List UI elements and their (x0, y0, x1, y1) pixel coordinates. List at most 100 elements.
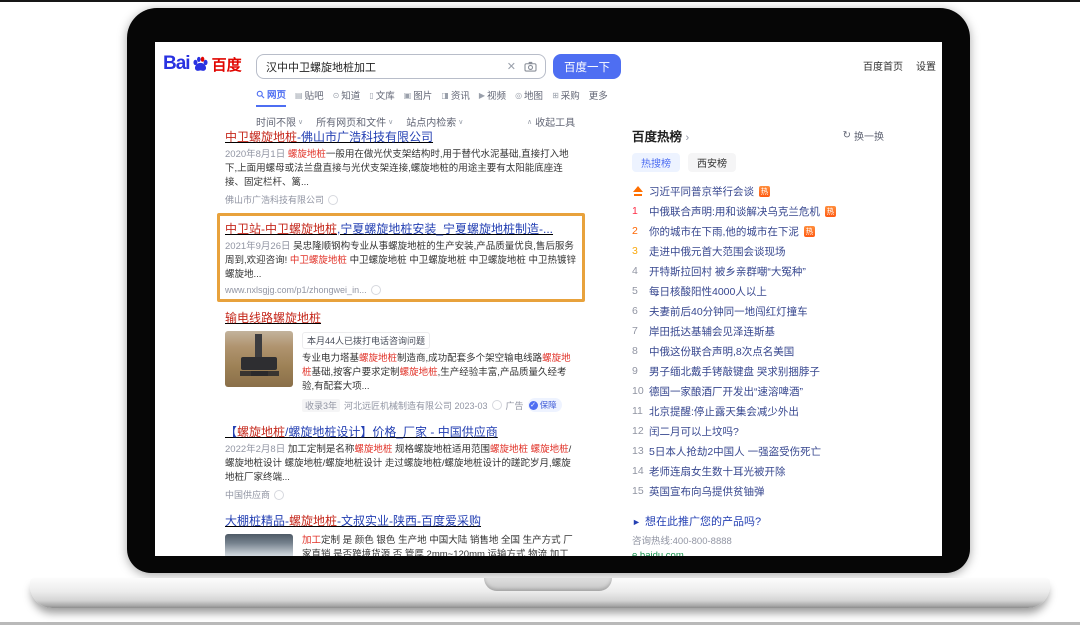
tab-tieba-icon: ▤ (295, 90, 303, 100)
hotlist-tab[interactable]: 热搜榜 (632, 153, 680, 172)
result-callout: 本月44人已拨打电话咨询问题 (302, 332, 431, 349)
text-segment: 2020年8月1日 (225, 149, 288, 160)
rank-number: 1 (632, 205, 638, 217)
hotlist-item[interactable]: 14 老师连扇女生数十耳光被开除 (632, 461, 884, 481)
tab-caigou-icon: ⊞ (552, 90, 559, 100)
hotlist-item[interactable]: 2 你的城市在下雨,他的城市在下泥热 (632, 221, 884, 241)
text-segment: 中卫站-中卫螺旋地桩 (225, 222, 337, 236)
hotlist-tab[interactable]: 西安榜 (688, 153, 736, 172)
result-source: 中国供应商 (225, 488, 577, 501)
guarantee-label: 保障 (539, 400, 557, 410)
tab-video[interactable]: ▶ 视频 (479, 87, 506, 107)
rank-number: 2 (632, 225, 638, 237)
hotlist-item-text: 德国一家酿酒厂开发出“速溶啤酒” (649, 385, 803, 398)
filter-dropdown-1[interactable]: 所有网页和文件 ∨ (316, 114, 393, 129)
tab-label: 更多 (588, 91, 608, 102)
text-segment: 螺旋地桩 (237, 425, 286, 439)
hot-badge-icon: 热 (824, 205, 836, 217)
refresh-hotlist-button[interactable]: ↻ 换一换 (843, 128, 884, 143)
hotlist-item[interactable]: 11 北京提醒:停止露天集会减少外出 (632, 401, 884, 421)
promo-block: ► 想在此推广您的产品吗? 咨询热线:400-800-8888 e.baidu.… (632, 513, 761, 556)
camera-search-icon[interactable] (522, 61, 545, 72)
result-title[interactable]: 输电线路螺旋地桩 (225, 311, 321, 326)
search-box: ✕ (256, 54, 546, 79)
baidu-logo[interactable]: Bai 百度 (163, 53, 242, 75)
hotlist-item[interactable]: 13 5日本人抢劫2中国人 一强盗受伤死亡 (632, 441, 884, 461)
baidu-home-link[interactable]: 百度首页 (863, 58, 903, 73)
feedback-icon[interactable] (328, 194, 339, 205)
result-title[interactable]: 【螺旋地桩/螺旋地桩设计】价格_厂家 - 中国供应商 (225, 425, 498, 440)
tab-image[interactable]: ▣ 图片 (404, 87, 433, 107)
collapse-tools-control[interactable]: ∧ 收起工具 (527, 114, 575, 129)
text-segment: ,宁夏螺旋地桩安装_宁夏螺旋地桩制造-... (337, 222, 554, 236)
source-name: 佛山市广浩科技有限公司 (225, 195, 325, 205)
text-segment: 加工 (302, 535, 322, 546)
feedback-icon[interactable] (491, 400, 502, 410)
filter-dropdown-2[interactable]: 站点内检索 ∨ (406, 114, 463, 129)
tab-label: 文库 (375, 91, 395, 102)
feedback-icon[interactable] (370, 285, 381, 295)
hotlist-item[interactable]: 9 男子缅北戴手铐敲键盘 哭求别捆脖子 (632, 361, 884, 381)
hotlist-item[interactable]: 7 岸田抵达基辅会见泽连斯基 (632, 321, 884, 341)
tab-more[interactable]: 更多 (589, 87, 608, 107)
tab-zhidao[interactable]: ⊙ 知道 (333, 87, 361, 107)
result-thumbnail[interactable] (225, 331, 293, 387)
text-segment: -文叔实业-陕西-百度爱采购 (337, 514, 482, 528)
tab-web[interactable]: 网页 (256, 87, 287, 107)
ad-label: 广告 (505, 400, 524, 411)
hotlist-item-text: 夫妻前后40分钟同一地闯红灯撞车 (649, 305, 808, 318)
logo-text-baidu-cn: 百度 (211, 56, 242, 74)
hotlist-item[interactable]: 10 德国一家酿酒厂开发出“速溶啤酒” (632, 381, 884, 401)
text-segment: 大棚桩精品- (225, 514, 289, 528)
search-icon (256, 90, 265, 98)
hotlist-item[interactable]: 习近平同普京举行会谈热 (632, 181, 884, 201)
text-segment: 螺旋地桩 螺旋地桩 (490, 444, 569, 455)
result-type-tabs: 网页 ▤ 贴吧 ⊙ 知道 ▯ 文库 ▣ 图片 ◨ 资讯 ▶ 视频 ◎ 地图 ⊞ 采购 更多 (256, 87, 608, 107)
result-title[interactable]: 中卫站-中卫螺旋地桩,宁夏螺旋地桩安装_宁夏螺旋地桩制造-... (225, 222, 553, 237)
tab-zhidao-icon: ⊙ (332, 90, 340, 100)
search-input[interactable] (257, 60, 501, 73)
hotlist-item[interactable]: 8 中俄这份联合声明,8次点名美国 (632, 341, 884, 361)
rank-number: 13 (632, 445, 644, 457)
clear-search-icon[interactable]: ✕ (501, 60, 522, 73)
settings-link[interactable]: 设置 (916, 58, 936, 73)
filter-dropdown-0[interactable]: 时间不限 ∨ (256, 114, 303, 129)
text-segment: 输电线路螺旋地桩 (225, 311, 322, 325)
hotlist-item[interactable]: 1 中俄联合声明:用和谈解决乌克兰危机热 (632, 201, 884, 221)
tab-map[interactable]: ◎ 地图 (515, 87, 543, 107)
result-body: 本月44人已拨打电话咨询问题 专业电力塔基螺旋地桩制造商,成功配套多个架空输电线路… (302, 331, 577, 412)
tab-news[interactable]: ◨ 资讯 (441, 87, 470, 107)
promo-link[interactable]: ► 想在此推广您的产品吗? (632, 513, 761, 529)
text-segment: 制造商,成功配套多个架空输电线路 (397, 353, 543, 364)
logo-text-bai: Bai (163, 53, 191, 74)
result-thumbnail[interactable] (225, 534, 293, 556)
page-bottom-divider (0, 622, 1080, 625)
feedback-icon[interactable] (274, 489, 285, 500)
hotlist-item-text: 北京提醒:停止露天集会减少外出 (649, 405, 799, 418)
rank-number: 6 (632, 305, 638, 317)
hotlist-item[interactable]: 6 夫妻前后40分钟同一地闯红灯撞车 (632, 301, 884, 321)
result-title[interactable]: 中卫螺旋地桩-佛山市广浩科技有限公司 (225, 130, 433, 145)
hotlist-item[interactable]: 3 走进中俄元首大范围会谈现场 (632, 241, 884, 261)
result-url: www.nxlsgjg.com/p1/zhongwei_in... (225, 285, 577, 295)
laptop-mockup: Bai 百度 ✕ (0, 0, 1080, 628)
promo-url[interactable]: e.baidu.com (632, 550, 761, 556)
tab-wenku[interactable]: ▯ 文库 (369, 87, 394, 107)
filter-label: 站点内检索 (406, 118, 457, 129)
hotlist-item[interactable]: 4 开特斯拉回村 被乡亲群嘲“大冤种” (632, 261, 884, 281)
hotlist-item[interactable]: 12 闰二月可以上坟吗? (632, 421, 884, 441)
hotlist-item[interactable]: 5 每日核酸阳性4000人以上 (632, 281, 884, 301)
check-icon: ✓ (528, 400, 538, 410)
hotlist-item[interactable]: 15 英国宣布向乌提供贫铀弹 (632, 481, 884, 501)
rank-number: 7 (632, 325, 638, 337)
hotlist-title[interactable]: 百度热榜 › (632, 126, 689, 145)
hotlist-item-text: 老师连扇女生数十耳光被开除 (649, 465, 786, 478)
tab-caigou[interactable]: ⊞ 采购 (552, 87, 580, 107)
tab-tieba[interactable]: ▤ 贴吧 (295, 87, 324, 107)
rank-number: 10 (632, 385, 644, 397)
tab-label: 资讯 (450, 91, 470, 102)
result-title[interactable]: 大棚桩精品-螺旋地桩-文叔实业-陕西-百度爱采购 (225, 514, 481, 529)
search-button[interactable]: 百度一下 (553, 54, 621, 79)
rank-number: 8 (632, 345, 638, 357)
search-result: 【螺旋地桩/螺旋地桩设计】价格_厂家 - 中国供应商 2022年2月8日 加工定制… (225, 423, 577, 501)
